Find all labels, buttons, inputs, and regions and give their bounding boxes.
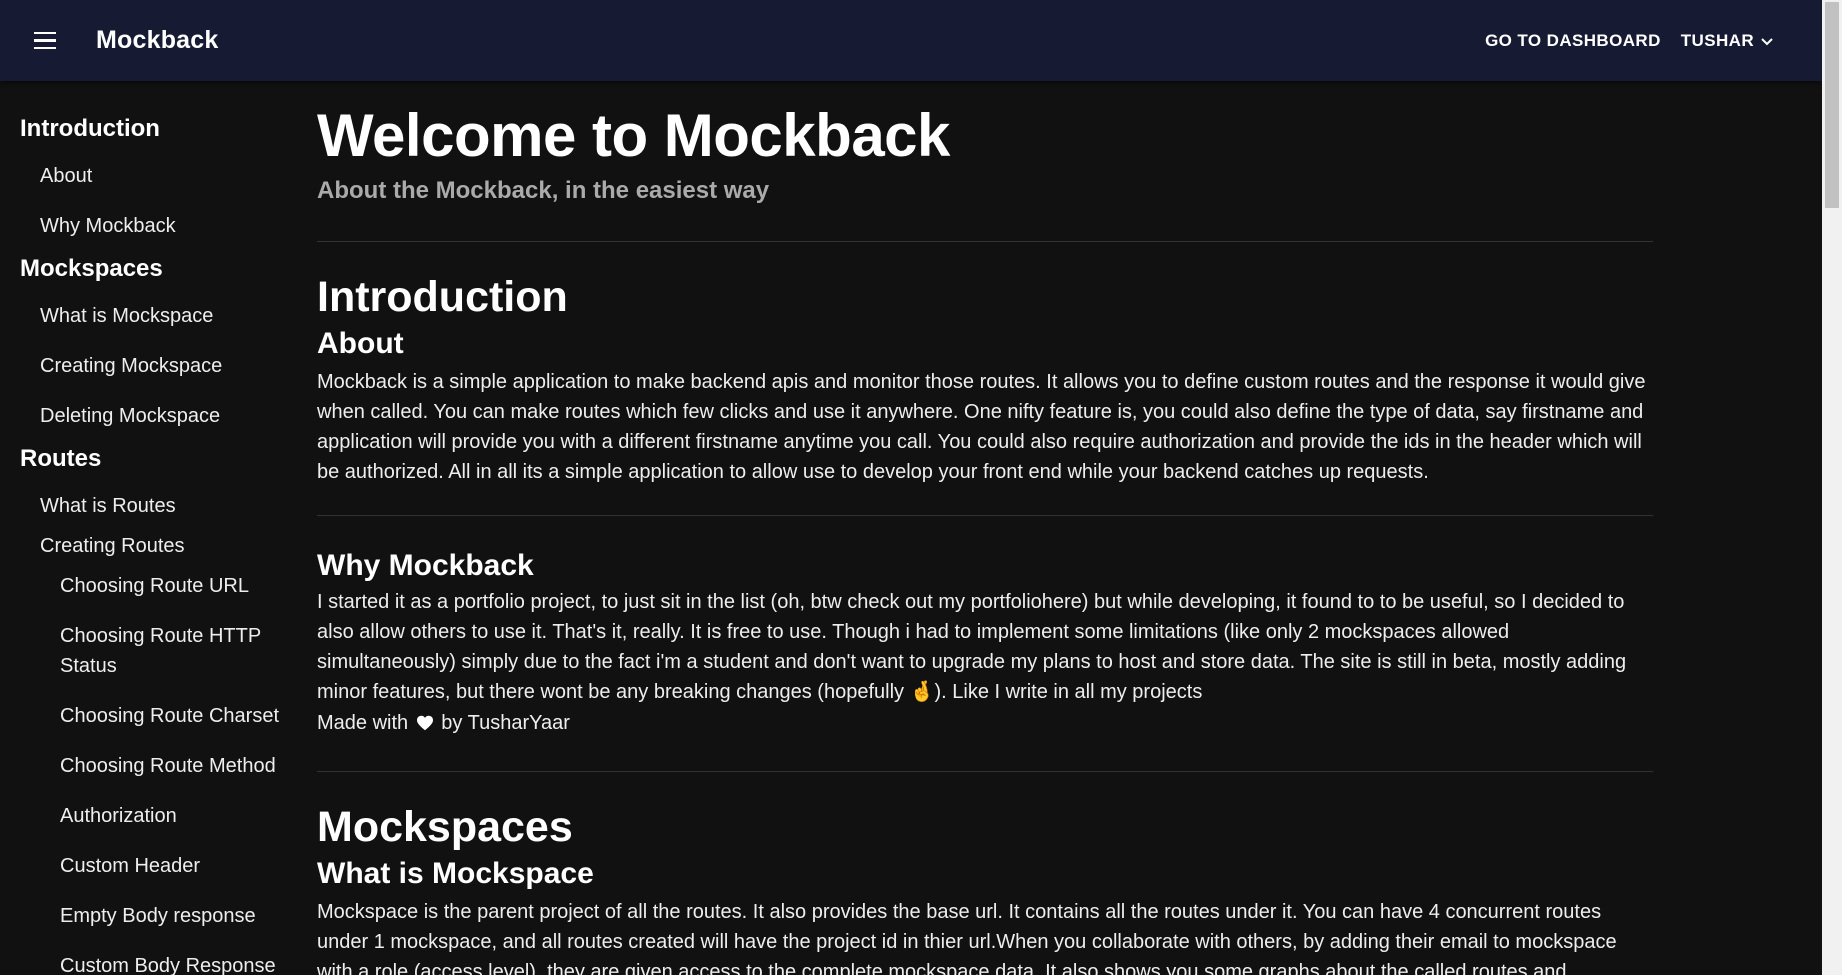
- sidebar-item-what-is-mockspace[interactable]: What is Mockspace: [40, 301, 213, 331]
- made-with-line: Made with by TusharYaar: [317, 708, 1653, 738]
- sidebar-subitem-authorization[interactable]: Authorization: [60, 801, 290, 831]
- why-mockback-heading: Why Mockback: [317, 549, 534, 582]
- user-label: TUSHAR: [1680, 30, 1754, 50]
- page-title: Welcome to Mockback: [317, 102, 950, 169]
- sidebar-subitem-route-method[interactable]: Choosing Route Method: [60, 751, 290, 781]
- app-bar: Mockback GO TO DASHBOARD TUSHAR: [0, 0, 1822, 81]
- made-with-suffix[interactable]: by TusharYaar: [441, 712, 570, 734]
- divider: [317, 515, 1653, 516]
- sidebar-item-creating-routes[interactable]: Creating Routes: [40, 531, 185, 561]
- dashboard-label: GO TO DASHBOARD: [1485, 30, 1661, 50]
- sidebar-subitem-empty-body-response[interactable]: Empty Body response: [60, 901, 290, 931]
- user-menu-button[interactable]: TUSHAR: [1671, 23, 1784, 59]
- chevron-down-icon: [1761, 37, 1773, 45]
- sidebar-section-routes[interactable]: Routes: [20, 445, 101, 473]
- divider: [317, 241, 1653, 242]
- introduction-heading: Introduction: [317, 273, 568, 321]
- mockspaces-heading: Mockspaces: [317, 803, 573, 851]
- about-text: Mockback is a simple application to make…: [317, 371, 1646, 483]
- heart-icon: [416, 715, 433, 731]
- docs-content: Welcome to Mockback About the Mockback, …: [317, 81, 1653, 975]
- what-is-mockspace-text: Mockspace is the parent project of all t…: [317, 901, 1617, 975]
- made-with-prefix: Made with: [317, 712, 409, 734]
- sidebar-subitem-custom-body-response[interactable]: Custom Body Response: [60, 951, 290, 975]
- brand-title[interactable]: Mockback: [96, 26, 219, 55]
- scrollbar-thumb[interactable]: [1825, 2, 1839, 208]
- page-scrollbar[interactable]: [1822, 0, 1842, 975]
- what-is-mockspace-heading: What is Mockspace: [317, 857, 594, 890]
- sidebar-section-introduction[interactable]: Introduction: [20, 115, 160, 143]
- sidebar-subitem-custom-header[interactable]: Custom Header: [60, 851, 290, 881]
- sidebar-section-mockspaces[interactable]: Mockspaces: [20, 255, 163, 283]
- sidebar-subitem-route-charset[interactable]: Choosing Route Charset: [60, 701, 290, 731]
- sidebar-item-creating-mockspace[interactable]: Creating Mockspace: [40, 351, 222, 381]
- sidebar-item-deleting-mockspace[interactable]: Deleting Mockspace: [40, 401, 220, 431]
- about-heading: About: [317, 327, 404, 360]
- page-subtitle: About the Mockback, in the easiest way: [317, 177, 770, 204]
- go-to-dashboard-button[interactable]: GO TO DASHBOARD: [1475, 23, 1671, 59]
- docs-sidebar: Introduction About Why Mockback Mockspac…: [0, 81, 300, 975]
- sidebar-item-what-is-routes[interactable]: What is Routes: [40, 491, 176, 521]
- menu-icon[interactable]: [21, 17, 69, 65]
- sidebar-item-about[interactable]: About: [40, 161, 92, 191]
- divider: [317, 771, 1653, 772]
- sidebar-subitem-route-url[interactable]: Choosing Route URL: [60, 571, 290, 601]
- sidebar-subitem-route-http-status[interactable]: Choosing Route HTTP Status: [60, 621, 290, 681]
- why-mockback-text: I started it as a portfolio project, to …: [317, 591, 1627, 703]
- sidebar-item-why-mockback[interactable]: Why Mockback: [40, 211, 176, 241]
